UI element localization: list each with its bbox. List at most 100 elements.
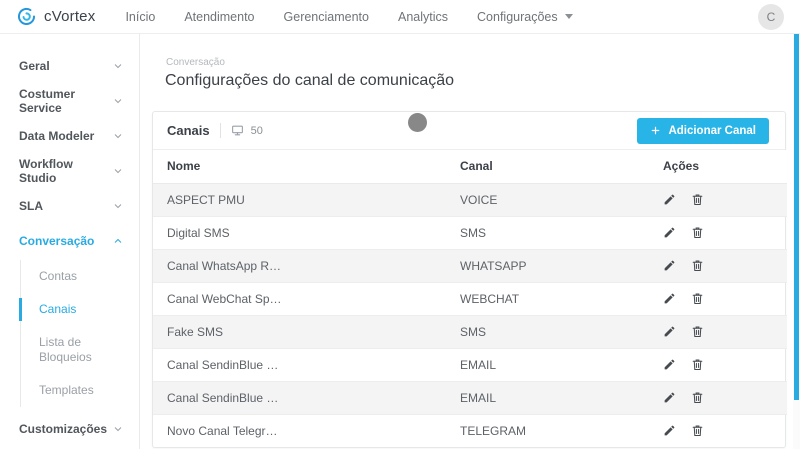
table-row: Canal SendinBlue … EMAIL <box>153 348 787 381</box>
row-nome: Fake SMS <box>167 325 223 339</box>
sidebar-item-costumer-service[interactable]: Costumer Service <box>0 83 139 118</box>
add-channel-button[interactable]: Adicionar Canal <box>637 118 769 144</box>
sidebar-item-templates[interactable]: Templates <box>21 374 139 407</box>
nav-item-inicio[interactable]: Início <box>125 10 155 24</box>
chevron-up-icon <box>112 235 124 247</box>
sidebar-item-geral[interactable]: Geral <box>0 48 139 83</box>
cell-nome: Fake SMS <box>153 315 446 348</box>
row-nome: Canal SendinBlue … <box>167 358 278 372</box>
row-nome: Canal WhatsApp R… <box>167 259 281 273</box>
table-body: ASPECT PMU VOICE Digital SMS SMS <box>153 183 787 447</box>
delete-button[interactable] <box>691 226 704 239</box>
row-canal: WEBCHAT <box>460 292 519 306</box>
brand-logo[interactable]: cVortex <box>16 6 95 27</box>
cell-nome: Canal SendinBlue … <box>153 381 446 414</box>
row-canal: SMS <box>460 325 486 339</box>
sidebar-item-lista-de-bloqueios[interactable]: Lista de Bloqueios <box>21 326 139 374</box>
cell-acoes <box>649 414 787 447</box>
nav-item-configuracoes[interactable]: Configurações <box>477 10 573 24</box>
cell-nome: Novo Canal Telegr… <box>153 414 446 447</box>
cell-canal: VOICE <box>446 183 649 216</box>
edit-button[interactable] <box>663 424 676 437</box>
delete-button[interactable] <box>691 391 704 404</box>
cell-acoes <box>649 216 787 249</box>
delete-button[interactable] <box>691 292 704 305</box>
table-row: Canal SendinBlue … EMAIL <box>153 381 787 414</box>
cell-acoes <box>649 381 787 414</box>
top-navbar: cVortex Início Atendimento Gerenciamento… <box>0 0 800 34</box>
cell-canal: EMAIL <box>446 381 649 414</box>
row-nome: Canal SendinBlue … <box>167 391 278 405</box>
cell-acoes <box>649 183 787 216</box>
conversacao-submenu: Contas Canais Lista de Bloqueios Templat… <box>20 260 139 407</box>
edit-button[interactable] <box>663 292 676 305</box>
delete-button[interactable] <box>691 424 704 437</box>
header-divider <box>220 123 221 138</box>
chevron-down-icon <box>112 200 124 212</box>
plus-icon <box>650 125 661 136</box>
edit-button[interactable] <box>663 358 676 371</box>
table-row: Fake SMS SMS <box>153 315 787 348</box>
row-canal: SMS <box>460 226 486 240</box>
sidebar-item-conversacao[interactable]: Conversação <box>0 223 139 258</box>
table-header-row: Nome Canal Ações <box>153 150 787 183</box>
nav-item-analytics[interactable]: Analytics <box>398 10 448 24</box>
delete-button[interactable] <box>691 325 704 338</box>
row-canal: WHATSAPP <box>460 259 526 273</box>
cell-nome: Digital SMS <box>153 216 446 249</box>
nav-item-atendimento[interactable]: Atendimento <box>184 10 254 24</box>
monitor-icon <box>231 124 244 137</box>
edit-button[interactable] <box>663 259 676 272</box>
edit-button[interactable] <box>663 325 676 338</box>
edit-button[interactable] <box>663 193 676 206</box>
brand-name: cVortex <box>44 8 95 25</box>
sidebar-item-sla[interactable]: SLA <box>0 188 139 223</box>
delete-button[interactable] <box>691 259 704 272</box>
chevron-down-icon <box>112 95 124 107</box>
sidebar-item-canais[interactable]: Canais <box>21 293 139 326</box>
edit-button[interactable] <box>663 391 676 404</box>
edit-button[interactable] <box>663 226 676 239</box>
breadcrumb: Conversação <box>166 57 800 68</box>
table-row: Novo Canal Telegr… TELEGRAM <box>153 414 787 447</box>
sidebar: Geral Costumer Service Data Modeler Work… <box>0 34 140 449</box>
cell-acoes <box>649 348 787 381</box>
cell-acoes <box>649 315 787 348</box>
page-title: Configurações do canal de comunicação <box>165 72 800 90</box>
cell-canal: WHATSAPP <box>446 249 649 282</box>
table-row: Digital SMS SMS <box>153 216 787 249</box>
cell-nome: Canal WebChat Sp… <box>153 282 446 315</box>
row-canal: TELEGRAM <box>460 424 526 438</box>
row-nome: ASPECT PMU <box>167 193 245 207</box>
sidebar-item-workflow-studio[interactable]: Workflow Studio <box>0 153 139 188</box>
cell-nome: Canal SendinBlue … <box>153 348 446 381</box>
card-title: Canais <box>167 123 210 138</box>
channels-count: 50 <box>251 125 263 137</box>
user-avatar[interactable]: C <box>758 4 784 30</box>
chevron-down-icon <box>112 165 124 177</box>
channels-card: Canais 50 Adicionar Canal Nome Canal <box>152 111 786 448</box>
column-header-nome: Nome <box>153 150 446 183</box>
cell-nome: Canal WhatsApp R… <box>153 249 446 282</box>
delete-button[interactable] <box>691 193 704 206</box>
cell-acoes <box>649 249 787 282</box>
column-header-acoes: Ações <box>649 150 787 183</box>
main-nav: Início Atendimento Gerenciamento Analyti… <box>125 10 572 24</box>
scrollbar-thumb[interactable] <box>794 34 799 400</box>
row-nome: Digital SMS <box>167 226 230 240</box>
chevron-down-icon <box>112 130 124 142</box>
vortex-spiral-icon <box>16 6 37 27</box>
row-nome: Canal WebChat Sp… <box>167 292 282 306</box>
page-scrollbar <box>793 34 800 449</box>
cell-canal: SMS <box>446 315 649 348</box>
sidebar-item-contas[interactable]: Contas <box>21 260 139 293</box>
delete-button[interactable] <box>691 358 704 371</box>
sidebar-item-data-modeler[interactable]: Data Modeler <box>0 118 139 153</box>
table-row: Canal WebChat Sp… WEBCHAT <box>153 282 787 315</box>
table-row: ASPECT PMU VOICE <box>153 183 787 216</box>
cell-acoes <box>649 282 787 315</box>
sidebar-item-customizacoes[interactable]: Customizações <box>0 411 139 446</box>
nav-item-gerenciamento[interactable]: Gerenciamento <box>284 10 369 24</box>
column-header-canal: Canal <box>446 150 649 183</box>
cell-canal: EMAIL <box>446 348 649 381</box>
